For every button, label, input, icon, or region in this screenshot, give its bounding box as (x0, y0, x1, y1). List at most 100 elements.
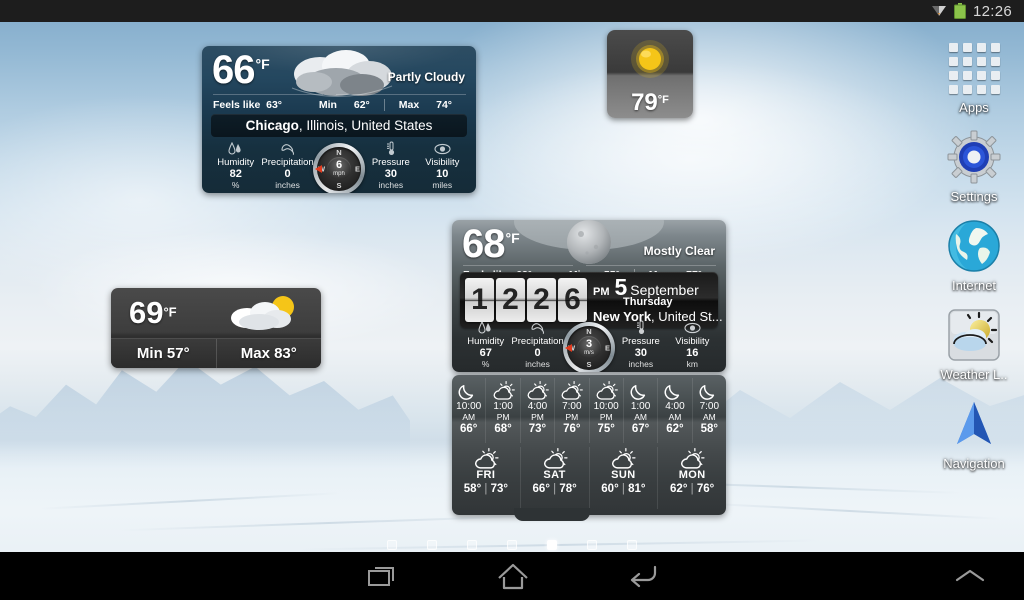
compass-east: E (354, 164, 360, 174)
apps-grid-icon[interactable] (946, 40, 1002, 96)
sun-cloud-icon (492, 380, 515, 400)
battery-icon (953, 3, 966, 19)
page-dot[interactable] (627, 540, 637, 550)
moon-icon (698, 380, 721, 400)
wifi-icon (931, 4, 947, 18)
dock-label-weather: Weather L.. (940, 367, 1008, 382)
hour-period: PM (496, 412, 510, 422)
page-dot[interactable] (387, 540, 397, 550)
hour-temp: 75° (597, 423, 615, 435)
sun-cloud-icon (679, 447, 705, 469)
forecast-panel[interactable]: 10:00 AM 66° 1:00 PM 68° 4:00 PM 73° 7:00 PM 76° 10:… (452, 375, 726, 515)
hour-temp: 66° (459, 423, 478, 435)
eye-icon (667, 320, 718, 335)
day-low: 58° (463, 483, 482, 495)
moon-icon (629, 380, 652, 400)
page-dot[interactable] (587, 540, 597, 550)
daily-forecast-row: FRI 58° | 73° SAT 66° | 78° SUN 60° | 81° MON 6… (452, 443, 726, 509)
metric-visibility: Visibility 16 km (667, 320, 718, 369)
page-dot[interactable] (507, 540, 517, 550)
status-bar[interactable]: 12:26 (0, 0, 1024, 22)
metric-value: 0 (284, 168, 291, 180)
forecast-handle[interactable] (514, 508, 590, 521)
hour-period: AM (462, 412, 476, 422)
daily-forecast-cell: SAT 66° | 78° (521, 447, 590, 509)
compass-north: N (336, 148, 342, 157)
hourly-forecast-cell: 1:00 PM 68° (486, 378, 521, 443)
metric-label: Pressure (371, 157, 410, 168)
sun-cloud-icon (560, 380, 584, 400)
hour-period: AM (668, 412, 682, 422)
wind-speed-value: 6 (335, 159, 343, 171)
metric-unit: miles (432, 180, 453, 190)
day-name: SAT (543, 469, 566, 481)
home-icon[interactable] (468, 552, 558, 600)
metric-pressure: Pressure 30 inches (615, 320, 666, 369)
chicago-location-bar[interactable]: Chicago, Illinois, United States (211, 114, 467, 137)
metric-label: Precipitation (511, 336, 564, 347)
clock-date-location: PM 5 September Thursday New York, United… (587, 276, 723, 325)
hourly-forecast-cell: 10:00 AM 66° (452, 378, 487, 443)
umbrella-icon (511, 320, 563, 335)
navigation-bar (0, 552, 1024, 600)
wind-speed-value: 3 (585, 338, 593, 350)
wind-speed: 6 mph (327, 157, 351, 181)
globe-icon[interactable] (946, 218, 1002, 274)
recent-apps-icon[interactable] (338, 552, 428, 600)
gear-icon[interactable] (946, 129, 1002, 185)
temperature-value: 66 (212, 48, 255, 92)
home-screen: 12:26 66 °F Partly Cloudy Feels like 63° (0, 0, 1024, 600)
weather-widget-small[interactable]: 79 °F (607, 30, 693, 118)
weather-widget-mini[interactable]: 69°F Min 57° Max 83° (111, 288, 321, 368)
dock-item-navigation[interactable]: Navigation (924, 396, 1024, 471)
clock-digit: 6 (558, 278, 587, 322)
metric-unit: km (686, 359, 698, 369)
day-name: FRI (476, 469, 496, 481)
compass-needle (565, 344, 572, 352)
hourly-forecast-cell: 7:00 AM 58° (693, 378, 726, 443)
expand-up-icon[interactable] (940, 552, 1000, 600)
metric-unit: inches (378, 180, 404, 190)
sun-cloud-icon (595, 380, 618, 400)
page-indicator[interactable] (0, 540, 1024, 550)
weather-widget-chicago[interactable]: 66 °F Partly Cloudy Feels like 63° Min 6… (202, 46, 476, 193)
clock-weekday: Thursday (623, 296, 673, 308)
dock-item-weather[interactable]: Weather L.. (924, 307, 1024, 382)
metric-label: Visibility (425, 157, 460, 168)
temperature-value: 68 (462, 222, 505, 266)
hourly-forecast-cell: 1:00 AM 67° (624, 378, 659, 443)
min-max: Min 62° Max 74° (305, 98, 466, 111)
day-low: 60° (601, 483, 619, 495)
page-dot[interactable] (467, 540, 477, 550)
page-dot[interactable] (547, 540, 557, 550)
back-icon[interactable] (598, 552, 688, 600)
metric-value: 82 (229, 168, 242, 180)
navigation-arrow-icon[interactable] (946, 396, 1002, 452)
clock-ampm: PM (593, 286, 610, 298)
min-value: Min 57° (111, 339, 217, 368)
location-city: Chicago (245, 118, 299, 133)
hour-period: PM (565, 412, 579, 422)
hour-temp: 67° (631, 423, 650, 435)
dock-item-settings[interactable]: Settings (924, 129, 1024, 204)
metric-unit: inches (275, 180, 300, 190)
weather-sun-cloud-icon[interactable] (946, 307, 1002, 363)
metric-pressure: Pressure 30 inches (365, 141, 416, 190)
sun-area (607, 30, 693, 88)
dock-label-internet: Internet (951, 278, 997, 293)
sun-cloud-icon (542, 447, 568, 469)
day-temps: 66° | 78° (532, 483, 577, 495)
hourly-forecast-cell: 7:00 PM 76° (555, 378, 590, 443)
dock-label-navigation: Navigation (943, 456, 1005, 471)
chicago-feels-minmax-row: Feels like 63° Min 62° Max 74° (202, 96, 476, 113)
dock-item-internet[interactable]: Internet (924, 218, 1024, 293)
sun-cloud-icon (231, 296, 294, 330)
umbrella-icon (261, 141, 313, 156)
metric-label: Humidity (217, 157, 255, 168)
clock-digits: 1 2 2 6 (465, 278, 587, 322)
hour-temp: 68° (494, 423, 512, 435)
page-dot[interactable] (427, 540, 437, 550)
weather-widget-newyork[interactable]: 68 °F Mostly Clear Feels like 63° Min 55… (452, 220, 726, 372)
hourly-forecast-row: 10:00 AM 66° 1:00 PM 68° 4:00 PM 73° 7:00 PM 76° 10:… (452, 375, 726, 443)
dock-item-apps[interactable]: Apps (924, 40, 1024, 115)
